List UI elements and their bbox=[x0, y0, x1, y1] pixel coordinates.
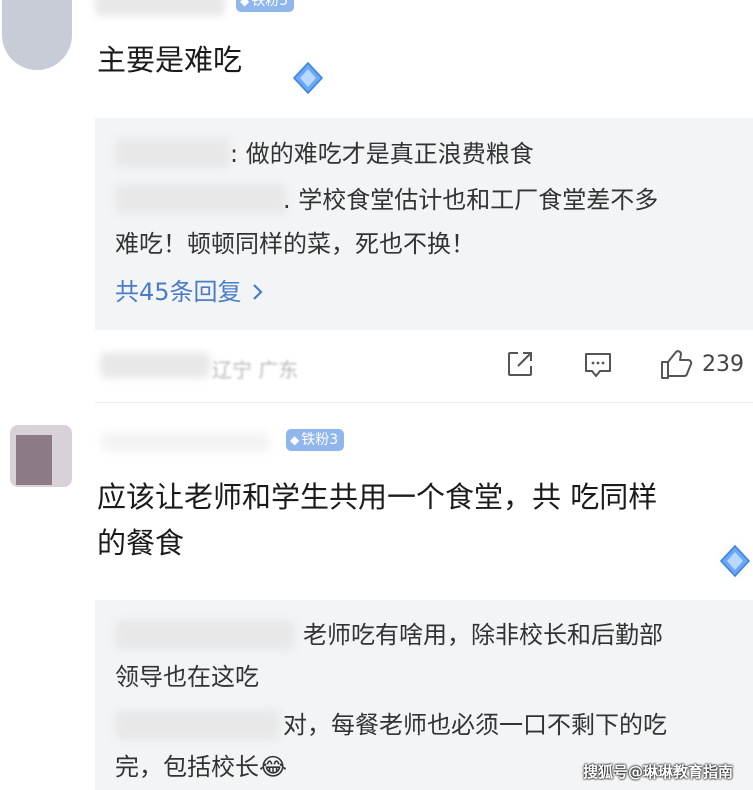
location: 辽宁 广东 bbox=[212, 358, 299, 382]
thumbs-up-icon bbox=[661, 350, 693, 379]
more-replies-link[interactable]: 共45条回复 bbox=[115, 272, 264, 312]
divider bbox=[95, 402, 753, 403]
fan-badge: ◆ 铁粉5 bbox=[236, 0, 295, 12]
diamond-icon bbox=[713, 539, 753, 583]
reply-line: 完，包括校长😂 bbox=[115, 753, 288, 781]
reply-username-blurred[interactable] bbox=[115, 710, 280, 740]
watermark: 搜狐号@琳琳教育指南 bbox=[583, 763, 734, 781]
diamond-icon: ◆ bbox=[240, 0, 250, 8]
avatar[interactable] bbox=[10, 425, 72, 487]
reply-line: . 学校食堂估计也和工厂食堂差不多 bbox=[283, 186, 659, 214]
reply-line: 领导也在这吃 bbox=[115, 663, 259, 691]
more-replies-label: 共45条回复 bbox=[115, 278, 242, 306]
fan-badge-label: 铁粉3 bbox=[301, 432, 339, 448]
share-icon bbox=[508, 352, 532, 376]
comment-icon bbox=[585, 353, 611, 377]
chevron-right-icon bbox=[252, 284, 263, 300]
reply-button[interactable] bbox=[583, 350, 613, 380]
reply-line: : 做的难吃才是真正浪费粮食 bbox=[230, 140, 534, 168]
reply-username-blurred[interactable] bbox=[115, 620, 295, 650]
username-blurred[interactable] bbox=[95, 0, 225, 16]
comment-text-line: 应该让老师和学生共用一个食堂，共 吃同样 bbox=[97, 480, 658, 514]
share-button[interactable] bbox=[505, 349, 535, 379]
reply-line: 难吃！顿顿同样的菜，死也不换！ bbox=[115, 230, 475, 258]
comment-text: 主要是难吃 bbox=[97, 43, 243, 77]
comment-text-line: 的餐食 bbox=[97, 526, 185, 560]
reply-username-blurred[interactable] bbox=[115, 184, 287, 214]
like-count: 239 bbox=[702, 351, 744, 377]
reply-username-blurred[interactable] bbox=[115, 138, 230, 168]
fan-badge-label: 铁粉5 bbox=[251, 0, 289, 9]
reply-line: 老师吃有啥用，除非校长和后勤部 bbox=[303, 621, 663, 649]
username-blurred[interactable] bbox=[100, 432, 270, 452]
diamond-icon bbox=[286, 56, 330, 100]
meta-blurred bbox=[100, 352, 210, 378]
reply-line: 对，每餐老师也必须一口不剩下的吃 bbox=[283, 711, 667, 739]
like-button[interactable]: 239 bbox=[660, 348, 744, 380]
avatar[interactable] bbox=[2, 0, 72, 70]
diamond-icon: ◆ bbox=[290, 433, 300, 447]
fan-badge: ◆ 铁粉3 bbox=[286, 429, 345, 451]
